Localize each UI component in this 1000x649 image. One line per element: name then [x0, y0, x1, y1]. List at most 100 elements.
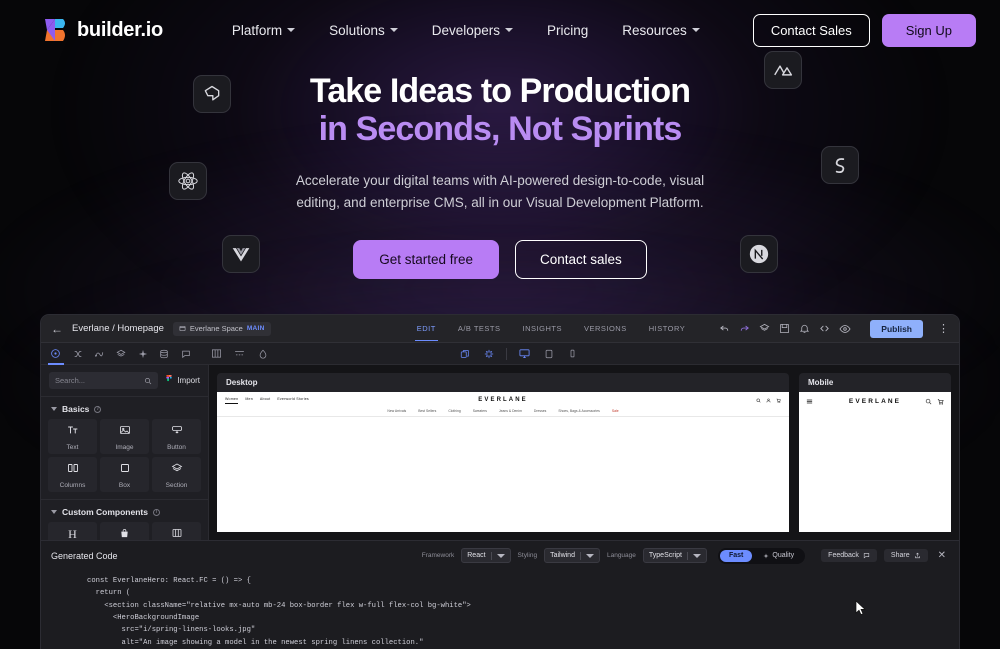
tablet-icon[interactable]	[537, 343, 560, 365]
subnav-item-sale[interactable]: Sale	[612, 409, 619, 413]
account-icon[interactable]	[766, 398, 771, 403]
info-icon[interactable]: i	[94, 405, 102, 413]
comment-icon[interactable]	[175, 343, 197, 365]
contact-sales-button[interactable]: Contact Sales	[752, 13, 870, 47]
nav-item-solutions[interactable]: Solutions	[312, 15, 415, 46]
component-box[interactable]: Box	[100, 457, 149, 492]
code-icon[interactable]	[819, 323, 830, 334]
space-selector[interactable]: Everlane Space MAIN	[172, 321, 271, 336]
subnav-item[interactable]: Jeans & Denim	[499, 409, 522, 413]
tab-ab-tests[interactable]: A/B TESTS	[447, 316, 512, 341]
site-nav-everworld[interactable]: Everworld Stories	[277, 397, 309, 404]
shuffle-icon[interactable]	[67, 343, 89, 365]
component-section[interactable]: Section	[152, 457, 201, 492]
cart-icon[interactable]	[937, 398, 944, 405]
mobile-icon[interactable]	[561, 343, 584, 365]
feedback-button[interactable]: Feedback	[821, 549, 877, 563]
contact-sales-hero-button[interactable]: Contact sales	[515, 239, 647, 279]
share-label: Share	[890, 552, 910, 560]
tab-versions[interactable]: VERSIONS	[573, 316, 638, 341]
insert-icon[interactable]	[45, 343, 67, 365]
layers-icon[interactable]	[759, 323, 770, 334]
info-icon[interactable]: i	[152, 508, 160, 516]
chevron-down-icon	[287, 28, 296, 32]
builder-logo[interactable]: builder.io	[42, 17, 163, 44]
editor-canvas: Desktop Women Men About Everworld Storie…	[209, 365, 959, 540]
nav-item-pricing[interactable]: Pricing	[530, 15, 605, 46]
generated-code-header: Generated Code Framework React Styling T…	[41, 541, 959, 571]
subnav-item[interactable]: Dresses	[534, 409, 546, 413]
undo-icon[interactable]	[719, 323, 730, 334]
subnav-item[interactable]: Shoes, Bags & Accessories	[558, 409, 599, 413]
mode-quality-option[interactable]: Quality	[754, 550, 803, 562]
desktop-preview: Desktop Women Men About Everworld Storie…	[217, 373, 789, 532]
back-arrow-icon[interactable]: ←	[51, 322, 63, 336]
chevron-down-icon	[496, 553, 505, 558]
redo-icon[interactable]	[739, 323, 750, 334]
desktop-frame-body[interactable]: Women Men About Everworld Stories EVERLA…	[217, 392, 789, 532]
layers-stack-icon[interactable]	[110, 343, 132, 365]
mouse-cursor	[855, 600, 866, 616]
mobile-preview: Mobile EVERLANE	[799, 373, 951, 532]
component-button[interactable]: Button	[152, 419, 201, 454]
builder-logo-text: builder.io	[77, 18, 163, 41]
tab-insights[interactable]: INSIGHTS	[512, 316, 573, 341]
feedback-icon	[863, 553, 870, 559]
theme-icon[interactable]	[251, 343, 274, 365]
desktop-icon[interactable]	[513, 343, 536, 365]
section-icon	[171, 461, 183, 479]
kebab-menu-icon[interactable]: ⋮	[938, 322, 949, 335]
nav-item-platform[interactable]: Platform	[215, 15, 312, 46]
spacing-icon[interactable]	[228, 343, 251, 365]
columns-icon[interactable]	[205, 343, 228, 365]
mobile-frame-body[interactable]: EVERLANE	[799, 392, 951, 532]
mode-fast-option[interactable]: Fast	[719, 549, 753, 562]
share-button[interactable]: Share	[883, 549, 928, 563]
close-icon[interactable]: ✕	[935, 550, 949, 561]
copy-icon[interactable]	[453, 343, 476, 365]
data-icon[interactable]	[154, 343, 176, 365]
cart-icon[interactable]	[776, 398, 781, 403]
ai-sparkle-icon[interactable]	[132, 343, 154, 365]
subnav-item[interactable]: Clothing	[448, 409, 460, 413]
nav-item-resources[interactable]: Resources	[605, 15, 717, 46]
hamburger-icon[interactable]	[806, 398, 813, 405]
site-nav-women[interactable]: Women	[225, 397, 239, 404]
tab-history[interactable]: HISTORY	[638, 316, 697, 341]
search-icon	[145, 377, 152, 384]
subnav-item[interactable]: Sweaters	[473, 409, 487, 413]
search-icon[interactable]	[925, 398, 932, 405]
search-placeholder: Search...	[55, 376, 86, 385]
section-header-basics[interactable]: Basics i	[41, 396, 208, 419]
nav-item-developers[interactable]: Developers	[415, 15, 530, 46]
styling-select[interactable]: Tailwind	[544, 548, 600, 564]
component-columns[interactable]: Columns	[48, 457, 97, 492]
publish-button[interactable]: Publish	[870, 319, 923, 338]
search-input[interactable]: Search...	[49, 372, 159, 389]
subnav-item[interactable]: New Arrivals	[387, 409, 406, 413]
sign-up-button[interactable]: Sign Up	[881, 13, 976, 47]
subnav-item[interactable]: Best Sellers	[418, 409, 436, 413]
save-icon[interactable]	[779, 323, 790, 334]
site-subnav: New Arrivals Best Sellers Clothing Sweat…	[217, 406, 789, 417]
framework-select[interactable]: React	[461, 548, 511, 564]
language-select[interactable]: TypeScript	[642, 548, 707, 564]
bell-icon[interactable]	[799, 323, 810, 334]
figma-icon	[166, 375, 173, 382]
site-logo: EVERLANE	[478, 397, 528, 404]
component-image[interactable]: Image	[100, 419, 149, 454]
mode-quality-label: Quality	[772, 552, 795, 560]
import-button[interactable]: Import	[165, 375, 200, 386]
search-icon[interactable]	[756, 398, 761, 403]
tab-edit[interactable]: EDIT	[406, 316, 447, 341]
eye-icon[interactable]	[839, 323, 851, 335]
site-nav-men[interactable]: Men	[245, 397, 253, 404]
site-nav-about[interactable]: About	[260, 397, 270, 404]
animation-icon[interactable]	[88, 343, 110, 365]
section-header-custom-components[interactable]: Custom Components i	[41, 499, 208, 522]
highlight-icon[interactable]	[477, 343, 500, 365]
component-text[interactable]: Text	[48, 419, 97, 454]
text-icon	[67, 423, 79, 441]
get-started-free-button[interactable]: Get started free	[353, 239, 499, 279]
chevron-down-icon	[51, 510, 57, 514]
